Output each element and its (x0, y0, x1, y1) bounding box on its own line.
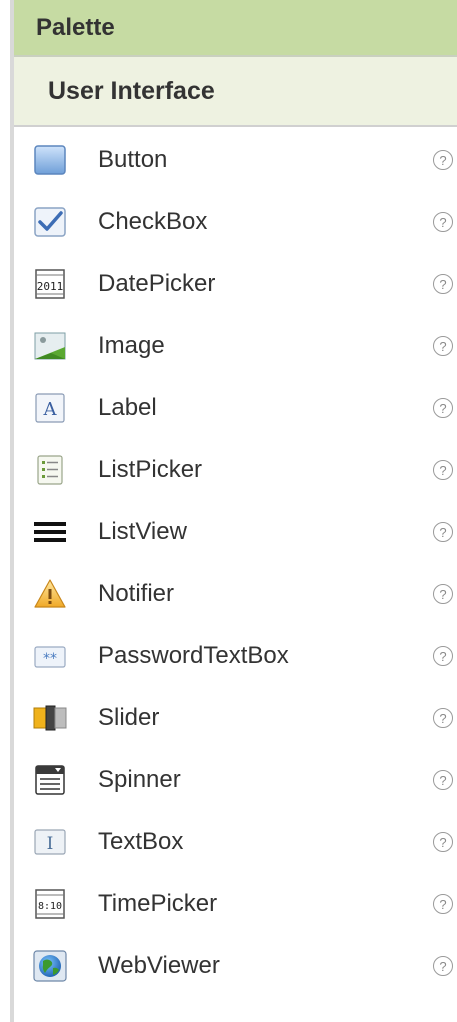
palette-item-label: ListPicker (98, 456, 203, 483)
palette-item-label: Image (98, 332, 165, 359)
help-icon[interactable]: ? (433, 150, 453, 170)
palette-item-checkbox[interactable]: CheckBox ? (14, 191, 457, 253)
listview-icon (32, 514, 68, 550)
timepicker-icon-text: 8:10 (38, 901, 62, 912)
help-icon[interactable]: ? (433, 336, 453, 356)
palette-item-timepicker[interactable]: 8:10 TimePicker ? (14, 873, 457, 935)
palette-item-listpicker[interactable]: ListPicker ? (14, 439, 457, 501)
palette-item-label: ListView (98, 518, 187, 545)
palette-item-webviewer[interactable]: WebViewer ? (14, 935, 457, 997)
help-icon[interactable]: ? (433, 956, 453, 976)
help-icon[interactable]: ? (433, 708, 453, 728)
help-icon[interactable]: ? (433, 832, 453, 852)
timepicker-icon: 8:10 (32, 886, 68, 922)
palette-item-label: Label (98, 394, 157, 421)
password-icon-text: ** (43, 651, 57, 667)
help-icon[interactable]: ? (433, 894, 453, 914)
label-icon-text: A (43, 399, 58, 420)
palette-item-label: TextBox (98, 828, 184, 855)
palette-item-label: DatePicker (98, 270, 216, 297)
palette-panel: Palette User Interface Button ? CheckBox (14, 0, 457, 1022)
help-icon[interactable]: ? (433, 460, 453, 480)
palette-item-label: Notifier (98, 580, 175, 607)
palette-title[interactable]: Palette (14, 0, 457, 57)
datepicker-icon-text: 2011 (37, 280, 64, 293)
palette-item-passwordtextbox[interactable]: ** PasswordTextBox ? (14, 625, 457, 687)
palette-item-notifier[interactable]: Notifier ? (14, 563, 457, 625)
slider-icon (32, 700, 68, 736)
textbox-icon: I (32, 824, 68, 860)
palette-item-listview[interactable]: ListView ? (14, 501, 457, 563)
palette-item-slider[interactable]: Slider ? (14, 687, 457, 749)
listpicker-icon (32, 452, 68, 488)
palette-item-label: Button (98, 146, 168, 173)
palette-item-textbox[interactable]: I TextBox ? (14, 811, 457, 873)
password-textbox-icon: ** (32, 638, 68, 674)
warning-icon (32, 576, 68, 612)
help-icon[interactable]: ? (433, 522, 453, 542)
help-icon[interactable]: ? (433, 212, 453, 232)
palette-item-button[interactable]: Button ? (14, 129, 457, 191)
globe-icon (32, 948, 68, 984)
checkbox-icon (32, 204, 68, 240)
help-icon[interactable]: ? (433, 646, 453, 666)
palette-item-label: WebViewer (98, 952, 220, 979)
palette-item-label: Slider (98, 704, 160, 731)
spinner-icon (32, 762, 68, 798)
palette-item-label: CheckBox (98, 208, 208, 235)
palette-item-label: Spinner (98, 766, 181, 793)
datepicker-icon: 2011 (32, 266, 68, 302)
palette-item-label-component[interactable]: A Label ? (14, 377, 457, 439)
palette-item-datepicker[interactable]: 2011 DatePicker ? (14, 253, 457, 315)
textbox-icon-text: I (47, 834, 54, 854)
component-list: Button ? CheckBox ? 2011 DatePicker ? Im… (14, 127, 457, 997)
palette-item-label: TimePicker (98, 890, 218, 917)
image-icon (32, 328, 68, 364)
category-user-interface[interactable]: User Interface (14, 57, 457, 127)
help-icon[interactable]: ? (433, 770, 453, 790)
help-icon[interactable]: ? (433, 274, 453, 294)
palette-item-image[interactable]: Image ? (14, 315, 457, 377)
label-icon: A (32, 390, 68, 426)
help-icon[interactable]: ? (433, 584, 453, 604)
palette-item-label: PasswordTextBox (98, 642, 289, 669)
palette-item-spinner[interactable]: Spinner ? (14, 749, 457, 811)
help-icon[interactable]: ? (433, 398, 453, 418)
button-icon (32, 142, 68, 178)
